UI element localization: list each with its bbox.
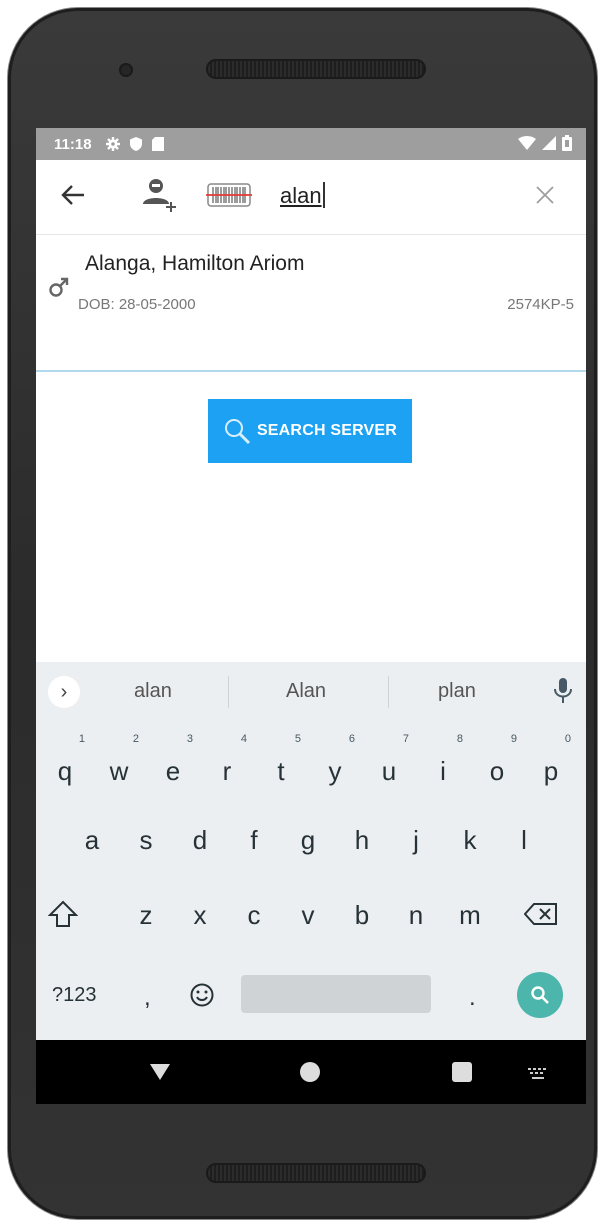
key-h[interactable]: h (338, 815, 386, 865)
text-caret (322, 182, 325, 208)
search-input[interactable]: alan (280, 182, 325, 209)
suggestion-divider (388, 676, 389, 708)
key-i[interactable]: i8 (419, 734, 467, 796)
barcode-icon[interactable] (204, 182, 254, 208)
key-y[interactable]: y6 (311, 734, 359, 796)
patient-name: Alanga, Hamilton Ariom (85, 252, 305, 275)
key-e[interactable]: e3 (149, 734, 197, 796)
backspace-icon[interactable] (524, 902, 558, 926)
key-k[interactable]: k (446, 815, 494, 865)
microphone-icon[interactable] (554, 678, 572, 704)
shift-icon[interactable] (48, 900, 78, 928)
key-v[interactable]: v (284, 890, 332, 940)
top-speaker (206, 59, 426, 79)
key-l[interactable]: l (500, 815, 548, 865)
status-time: 11:18 (54, 135, 92, 153)
clear-icon[interactable] (534, 184, 556, 206)
key-x[interactable]: x (176, 890, 224, 940)
soft-keyboard: › alan Alan plan q1 w2 e3 r4 t5 y6 u7 i8… (36, 662, 586, 1040)
key-o[interactable]: o9 (473, 734, 521, 796)
search-server-button[interactable]: SEARCH SERVER (208, 399, 412, 463)
comma-key[interactable]: , (144, 984, 151, 1012)
suggestion-bar: › alan Alan plan (36, 662, 586, 722)
key-g[interactable]: g (284, 815, 332, 865)
patient-dob: DOB: 28-05-2000 (78, 296, 196, 313)
key-j[interactable]: j (392, 815, 440, 865)
key-p[interactable]: p0 (527, 734, 575, 796)
key-m[interactable]: m (446, 890, 494, 940)
keyboard-search-button[interactable] (517, 972, 563, 1018)
back-arrow-icon[interactable] (60, 182, 86, 208)
male-icon (49, 277, 69, 297)
suggestion-1[interactable]: alan (134, 680, 172, 703)
keyboard-switch-icon[interactable] (527, 1067, 549, 1081)
search-icon (224, 419, 250, 445)
front-camera (119, 63, 133, 77)
search-icon (531, 986, 549, 1004)
period-key[interactable]: . (469, 984, 476, 1012)
nav-home-icon[interactable] (300, 1062, 320, 1082)
key-b[interactable]: b (338, 890, 386, 940)
suggestion-3[interactable]: plan (438, 680, 476, 703)
key-w[interactable]: w2 (95, 734, 143, 796)
space-key[interactable] (241, 975, 431, 1013)
nav-recents-icon[interactable] (452, 1062, 472, 1082)
chevron-right-icon[interactable]: › (48, 676, 80, 708)
suggestion-divider (228, 676, 229, 708)
wifi-icon (518, 136, 536, 150)
emoji-icon[interactable] (189, 982, 215, 1008)
key-z[interactable]: z (122, 890, 170, 940)
shield-icon (129, 137, 142, 151)
key-t[interactable]: t5 (257, 734, 305, 796)
symbols-key[interactable]: ?123 (52, 984, 97, 1007)
battery-icon (562, 135, 572, 151)
key-c[interactable]: c (230, 890, 278, 940)
bottom-speaker (206, 1163, 426, 1183)
navigation-bar (36, 1040, 586, 1104)
add-user-icon[interactable] (140, 174, 180, 214)
patient-result-item[interactable]: Alanga, Hamilton Ariom DOB: 28-05-2000 2… (36, 234, 586, 372)
nav-back-icon[interactable] (148, 1062, 172, 1082)
sd-card-icon (151, 137, 164, 151)
gear-icon (105, 137, 120, 151)
key-u[interactable]: u7 (365, 734, 413, 796)
key-f[interactable]: f (230, 815, 278, 865)
key-d[interactable]: d (176, 815, 224, 865)
search-toolbar: alan (36, 160, 586, 235)
key-s[interactable]: s (122, 815, 170, 865)
key-a[interactable]: a (68, 815, 116, 865)
signal-icon (542, 136, 556, 150)
search-server-label: SEARCH SERVER (256, 422, 398, 439)
search-input-text: alan (280, 183, 322, 208)
screen: 11:18 alan Alanga, Hamilton Ariom DOB: 2… (36, 128, 586, 1104)
patient-id: 2574KP-5 (507, 296, 574, 313)
key-n[interactable]: n (392, 890, 440, 940)
key-r[interactable]: r4 (203, 734, 251, 796)
status-bar: 11:18 (36, 128, 586, 160)
key-q[interactable]: q1 (41, 734, 89, 796)
suggestion-2[interactable]: Alan (286, 680, 326, 703)
